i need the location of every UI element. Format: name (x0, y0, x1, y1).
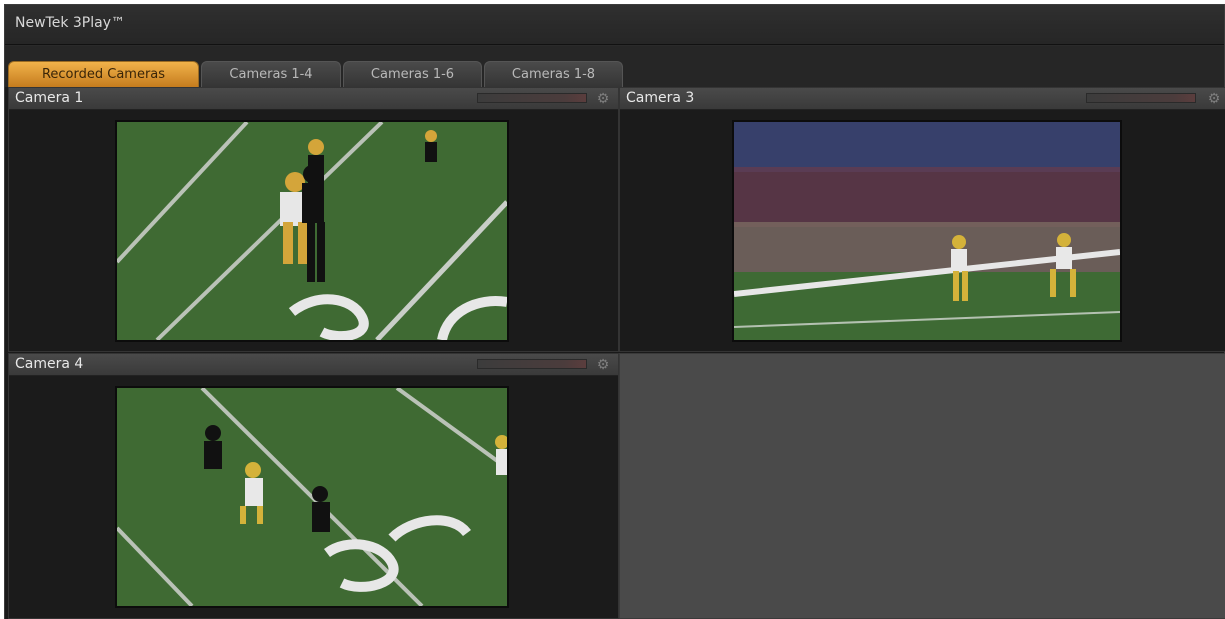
football-field-image (117, 122, 507, 340)
camera-3-title: Camera 3 (626, 90, 695, 106)
tab-cameras-1-4[interactable]: Cameras 1-4 (201, 61, 341, 87)
gear-icon[interactable]: ⚙ (1205, 90, 1223, 108)
empty-camera-slot (619, 353, 1225, 619)
camera-4-panel: Camera 4 ⚙ (8, 353, 619, 619)
gear-icon[interactable]: ⚙ (594, 356, 612, 374)
tab-cameras-1-6[interactable]: Cameras 1-6 (343, 61, 482, 87)
gear-icon[interactable]: ⚙ (594, 90, 612, 108)
camera-3-video[interactable] (732, 120, 1122, 342)
app-window: NewTek 3Play™ Recorded Cameras Cameras 1… (4, 4, 1225, 619)
tab-cameras-1-8[interactable]: Cameras 1-8 (484, 61, 623, 87)
tab-recorded-cameras[interactable]: Recorded Cameras (8, 61, 199, 87)
football-field-image (117, 388, 507, 606)
audio-meter (477, 93, 587, 103)
camera-1-video[interactable] (115, 120, 509, 342)
camera-3-header: Camera 3 ⚙ (620, 88, 1225, 110)
camera-1-title: Camera 1 (15, 90, 84, 106)
camera-1-header: Camera 1 ⚙ (9, 88, 618, 110)
stadium-image (734, 122, 1120, 340)
camera-1-panel: Camera 1 ⚙ (8, 87, 619, 352)
title-bar: NewTek 3Play™ (5, 5, 1224, 45)
camera-3-panel: Camera 3 ⚙ (619, 87, 1225, 352)
audio-meter (477, 359, 587, 369)
camera-4-title: Camera 4 (15, 356, 84, 372)
audio-meter (1086, 93, 1196, 103)
app-title: NewTek 3Play™ (15, 15, 125, 31)
tab-bar: Recorded Cameras Cameras 1-4 Cameras 1-6… (5, 46, 1224, 87)
camera-grid: Camera 1 ⚙ Camera 3 ⚙ Camera 4 ⚙ (5, 87, 1225, 619)
camera-4-video[interactable] (115, 386, 509, 608)
camera-4-header: Camera 4 ⚙ (9, 354, 618, 376)
